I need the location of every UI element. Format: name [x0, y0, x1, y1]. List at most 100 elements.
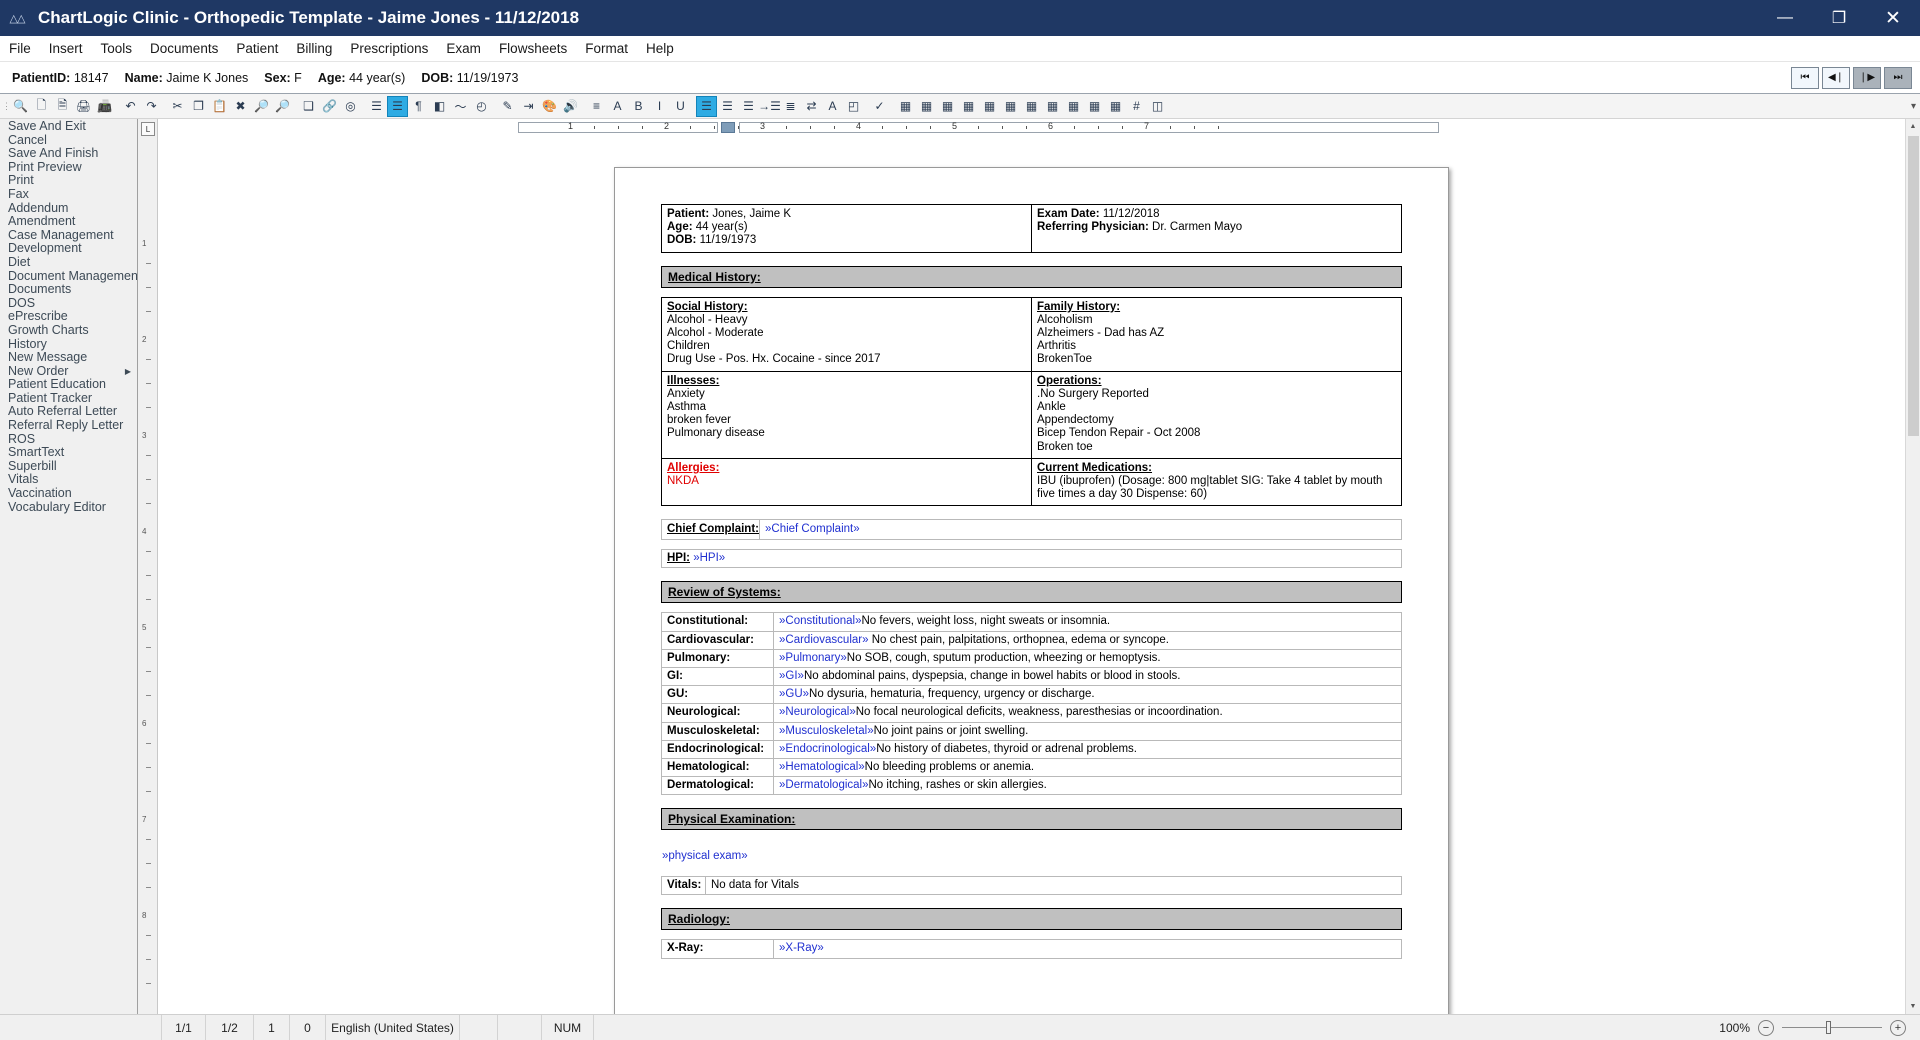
sidebar-item-cancel[interactable]: Cancel [0, 134, 137, 148]
next-record-button[interactable]: ❘▶ [1853, 67, 1881, 89]
toolbar-grip[interactable]: ⋮ [2, 97, 10, 115]
ros-token[interactable]: »Cardiovascular» [779, 634, 869, 646]
xray-token[interactable]: »X-Ray» [779, 942, 824, 954]
ros-token[interactable]: »Hematological» [779, 761, 865, 773]
page-icon[interactable]: ❑ [298, 96, 319, 117]
highlight-icon[interactable]: ✎ [497, 96, 518, 117]
sidebar-item-vaccination[interactable]: Vaccination [0, 487, 137, 501]
sidebar-item-superbill[interactable]: Superbill [0, 460, 137, 474]
sidebar-item-patient-tracker[interactable]: Patient Tracker [0, 392, 137, 406]
ros-value-cell[interactable]: »Pulmonary»No SOB, cough, sputum product… [774, 649, 1402, 667]
ros-value-cell[interactable]: »Musculoskeletal»No joint pains or joint… [774, 722, 1402, 740]
underline-icon[interactable]: U [670, 96, 691, 117]
sidebar-item-new-message[interactable]: New Message [0, 351, 137, 365]
table-style-4-icon[interactable]: ▦ [979, 96, 1000, 117]
xray-value-cell[interactable]: »X-Ray» [774, 940, 1402, 958]
ros-token[interactable]: »Musculoskeletal» [779, 725, 874, 737]
zoom-slider-thumb[interactable] [1826, 1021, 1831, 1034]
redo-icon[interactable]: ↷ [141, 96, 162, 117]
undo-icon[interactable]: ↶ [120, 96, 141, 117]
swap-icon[interactable]: ⇄ [801, 96, 822, 117]
scroll-up-arrow-icon[interactable]: ▲ [1906, 119, 1920, 134]
last-record-button[interactable]: ⏭ [1884, 67, 1912, 89]
chief-complaint-token[interactable]: »Chief Complaint» [765, 523, 860, 535]
ros-token[interactable]: »Neurological» [779, 706, 856, 718]
ros-token[interactable]: »Endocrinological» [779, 743, 876, 755]
sidebar-item-print-preview[interactable]: Print Preview [0, 161, 137, 175]
chief-complaint-value-cell[interactable]: »Chief Complaint» [760, 520, 1402, 540]
ros-token[interactable]: »GU» [779, 688, 809, 700]
menu-item-billing[interactable]: Billing [287, 38, 341, 59]
sidebar-item-patient-education[interactable]: Patient Education [0, 378, 137, 392]
sidebar-item-dos[interactable]: DOS [0, 297, 137, 311]
zoom-out-button[interactable]: − [1758, 1020, 1774, 1036]
chief-complaint-table[interactable]: Chief Complaint: »Chief Complaint» [661, 519, 1402, 540]
ros-value-cell[interactable]: »Neurological»No focal neurological defi… [774, 704, 1402, 722]
sound-icon[interactable]: 🔊 [560, 96, 581, 117]
menu-item-exam[interactable]: Exam [437, 38, 490, 59]
vitals-value-cell[interactable]: No data for Vitals [706, 877, 1402, 895]
hpi-token[interactable]: »HPI» [693, 552, 725, 564]
menu-item-prescriptions[interactable]: Prescriptions [341, 38, 437, 59]
sidebar-item-auto-referral-letter[interactable]: Auto Referral Letter [0, 405, 137, 419]
menu-item-documents[interactable]: Documents [141, 38, 227, 59]
sidebar-item-save-and-finish[interactable]: Save And Finish [0, 147, 137, 161]
menu-item-insert[interactable]: Insert [40, 38, 92, 59]
delete-cell-icon[interactable]: ▦ [1042, 96, 1063, 117]
font-color-icon[interactable]: A [822, 96, 843, 117]
delete-row-icon[interactable]: ▦ [1000, 96, 1021, 117]
color-fill-icon[interactable]: ◧ [429, 96, 450, 117]
paragraph-mark-icon[interactable]: ¶ [408, 96, 429, 117]
sidebar-item-eprescribe[interactable]: ePrescribe [0, 310, 137, 324]
sidebar-item-diet[interactable]: Diet [0, 256, 137, 270]
ros-token[interactable]: »Constitutional» [779, 615, 861, 627]
menu-item-flowsheets[interactable]: Flowsheets [490, 38, 576, 59]
vitals-table[interactable]: Vitals: No data for Vitals [661, 876, 1402, 895]
bullet-list-icon[interactable]: ≣ [780, 96, 801, 117]
table-3d-icon[interactable]: ◫ [1147, 96, 1168, 117]
find-next-icon[interactable]: 🔎 [272, 96, 293, 117]
spellcheck-icon[interactable]: ✓ [869, 96, 890, 117]
font-icon[interactable]: A [607, 96, 628, 117]
zoom-search-icon[interactable]: 🔍 [10, 96, 31, 117]
sidebar-item-fax[interactable]: Fax [0, 188, 137, 202]
bold-icon[interactable]: B [628, 96, 649, 117]
new-document-icon[interactable]: 🗎 [52, 96, 73, 117]
close-button[interactable]: ✕ [1866, 0, 1920, 36]
sidebar-item-vitals[interactable]: Vitals [0, 473, 137, 487]
sidebar-item-save-and-exit[interactable]: Save And Exit [0, 120, 137, 134]
sidebar-item-history[interactable]: History [0, 338, 137, 352]
zoom-in-button[interactable]: + [1890, 1020, 1906, 1036]
document-vertical-scrollbar[interactable]: ▲ ▼ [1905, 119, 1920, 1014]
ruler-text-area[interactable] [739, 122, 1439, 133]
align-left-icon[interactable]: ☰ [696, 96, 717, 117]
ruler-indent-marker[interactable] [721, 122, 735, 133]
text-block-icon[interactable]: ☰ [366, 96, 387, 117]
physical-exam-token[interactable]: »physical exam» [661, 850, 1402, 862]
insert-table-icon[interactable]: ▦ [895, 96, 916, 117]
ros-value-cell[interactable]: »Constitutional»No fevers, weight loss, … [774, 613, 1402, 631]
delete-icon[interactable]: ✖ [230, 96, 251, 117]
print-icon[interactable]: 🖨 [73, 96, 94, 117]
sidebar-item-addendum[interactable]: Addendum [0, 202, 137, 216]
target-icon[interactable]: ◎ [340, 96, 361, 117]
find-icon[interactable]: 🔎 [251, 96, 272, 117]
menu-item-patient[interactable]: Patient [227, 38, 287, 59]
split-cells-icon[interactable]: ▦ [1084, 96, 1105, 117]
menu-item-tools[interactable]: Tools [92, 38, 142, 59]
print-preview-icon[interactable]: 🗋 [31, 96, 52, 117]
menu-item-format[interactable]: Format [576, 38, 637, 59]
zoom-slider[interactable] [1782, 1020, 1882, 1036]
first-record-button[interactable]: ⏮ [1791, 67, 1819, 89]
copy-icon[interactable]: ❐ [188, 96, 209, 117]
sidebar-item-print[interactable]: Print [0, 174, 137, 188]
menu-item-file[interactable]: File [0, 38, 40, 59]
scrollbar-track[interactable] [1906, 438, 1920, 999]
previous-record-button[interactable]: ◀❘ [1822, 67, 1850, 89]
paste-icon[interactable]: 📋 [209, 96, 230, 117]
insert-field-icon[interactable]: ⇥ [518, 96, 539, 117]
align-center-icon[interactable]: ☰ [717, 96, 738, 117]
hpi-box[interactable]: HPI: »HPI» [661, 549, 1402, 568]
ros-value-cell[interactable]: »Dermatological»No itching, rashes or sk… [774, 777, 1402, 795]
table-style-3-icon[interactable]: ▦ [958, 96, 979, 117]
